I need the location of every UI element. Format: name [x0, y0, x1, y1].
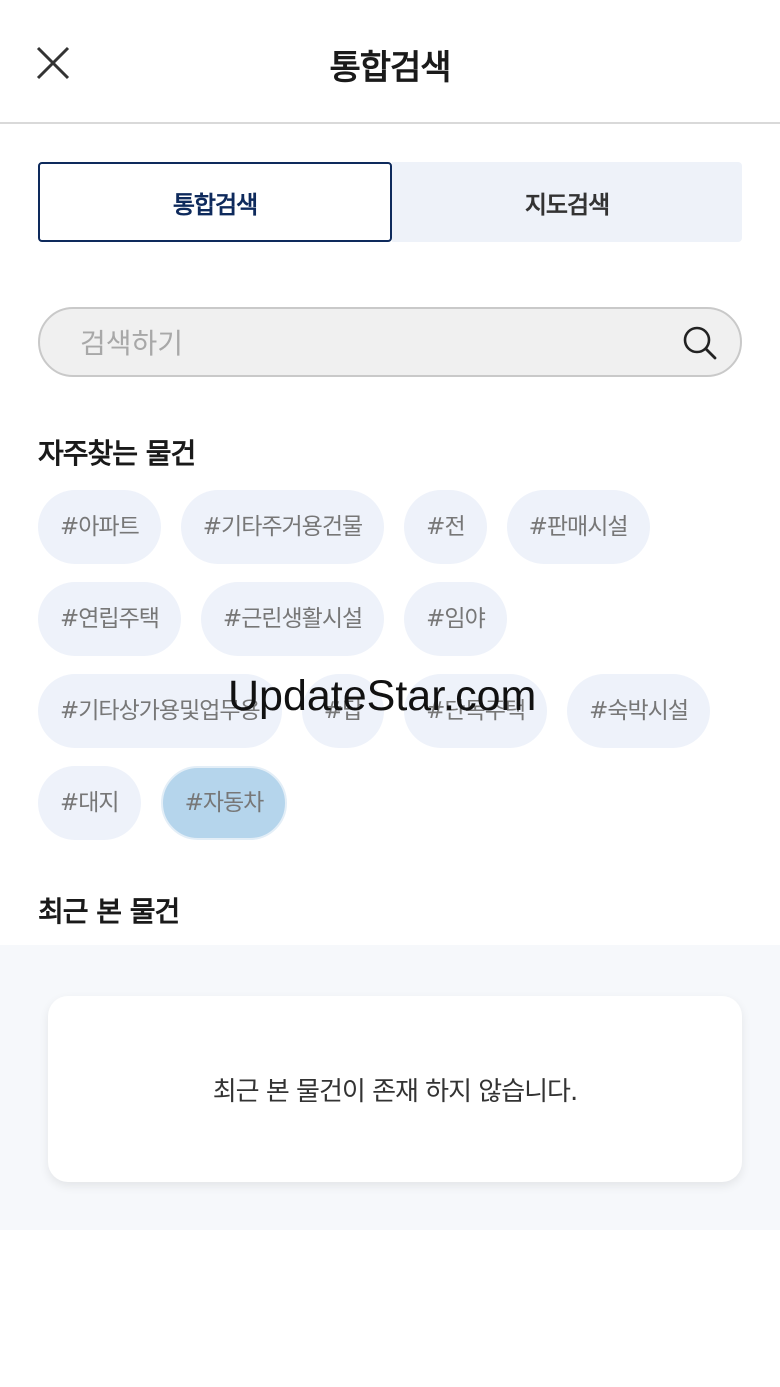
recent-items-title: 최근 본 물건 — [38, 895, 180, 928]
header: 통합검색 — [0, 0, 780, 124]
chip-field[interactable]: #전 — [404, 490, 487, 564]
recent-empty-message: 최근 본 물건이 존재 하지 않습니다. — [212, 1076, 578, 1107]
chip-row-house[interactable]: #연립주택 — [38, 582, 181, 656]
chip-row: #연립주택 #근린생활시설 #임야 — [38, 582, 742, 656]
tab-integrated-search[interactable]: 통합검색 — [38, 162, 392, 242]
chip-row: #대지 #자동차 — [38, 766, 742, 840]
chip-row: #아파트 #기타주거용건물 #전 #판매시설 — [38, 490, 742, 564]
search-input[interactable] — [78, 317, 662, 369]
recent-items-card: 최근 본 물건이 존재 하지 않습니다. — [48, 996, 742, 1182]
chip-retail[interactable]: #판매시설 — [506, 490, 650, 564]
watermark: UpdateStar.com — [228, 672, 537, 720]
search-icon — [683, 326, 717, 360]
search-button[interactable] — [682, 325, 718, 361]
chip-lodging[interactable]: #숙박시설 — [567, 674, 710, 748]
page-title: 통합검색 — [329, 48, 451, 88]
search-tabs: 통합검색 지도검색 — [38, 162, 742, 242]
frequent-items-title: 자주찾는 물건 — [38, 437, 196, 470]
chip-other-residential[interactable]: #기타주거용건물 — [180, 490, 385, 564]
chip-neighborhood-facility[interactable]: #근린생활시설 — [200, 582, 385, 656]
tab-map-search[interactable]: 지도검색 — [392, 162, 742, 242]
chip-car[interactable]: #자동차 — [160, 766, 288, 840]
chip-forest[interactable]: #임야 — [404, 582, 507, 656]
chip-apartment[interactable]: #아파트 — [38, 490, 161, 564]
search-box — [38, 307, 742, 377]
chip-land[interactable]: #대지 — [38, 766, 141, 840]
